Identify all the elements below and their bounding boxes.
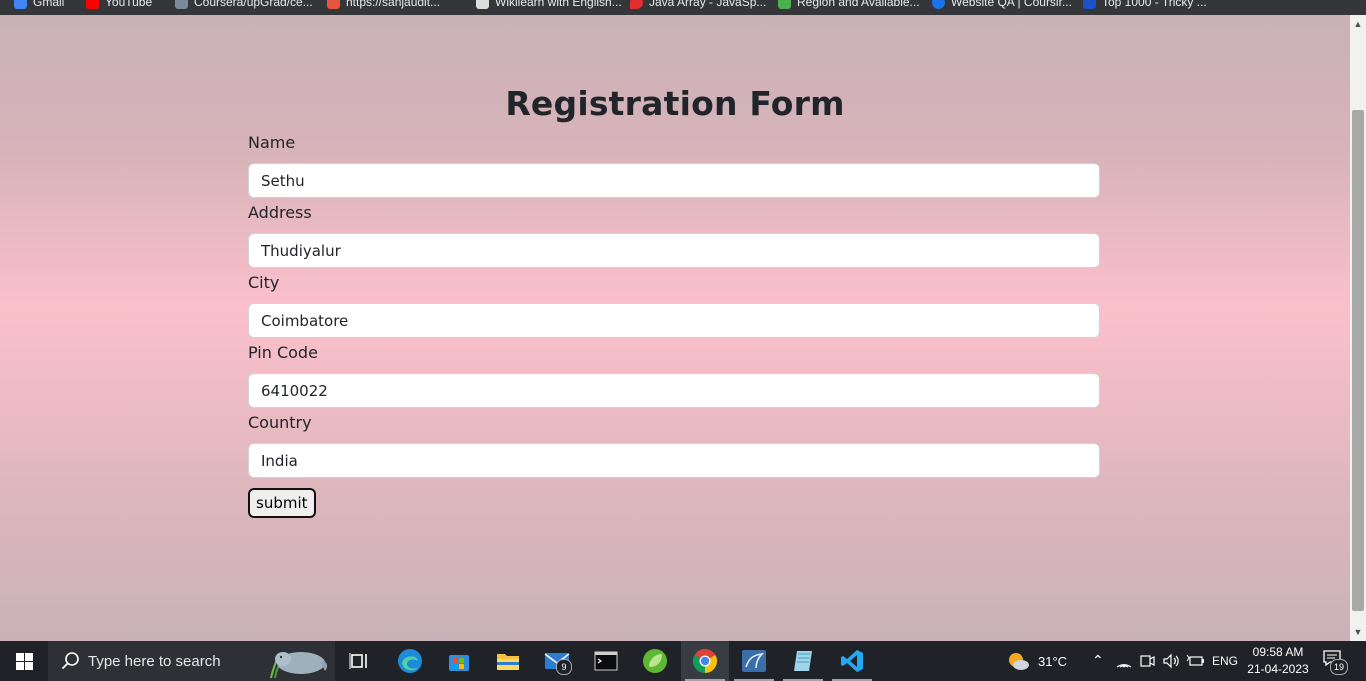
manatee-illustration-icon — [270, 652, 328, 679]
task-view-icon — [349, 653, 367, 669]
bookmark-icon — [1083, 0, 1096, 9]
vscode-icon — [841, 650, 863, 672]
weather-icon[interactable] — [1006, 650, 1030, 672]
taskbar-store[interactable] — [435, 641, 483, 681]
search-icon — [61, 652, 79, 670]
database-workbench-icon — [742, 650, 766, 672]
chevron-up-icon[interactable]: ⌃ — [1092, 652, 1104, 669]
name-field[interactable]: Sethu — [248, 163, 1100, 198]
submit-button[interactable]: submit — [248, 488, 316, 518]
bookmark-icon — [175, 0, 188, 9]
start-button[interactable] — [0, 641, 48, 681]
address-label: Address — [248, 203, 312, 222]
bookmark-5[interactable]: Wikilearn with English... — [476, 0, 622, 10]
clock[interactable]: 09:58 AM 21-04-2023 — [1245, 644, 1311, 678]
notification-badge: 19 — [1330, 659, 1348, 675]
windows-logo-icon — [15, 652, 33, 670]
bookmark-9[interactable]: Top 1000 - Tricky ... — [1083, 0, 1207, 10]
taskbar-file-explorer[interactable] — [484, 641, 532, 681]
taskbar: Type here to search 9 31°C ⌃ ENG 09:58 A… — [0, 641, 1366, 681]
city-label: City — [248, 273, 280, 292]
page-title: Registration Form — [505, 84, 845, 123]
taskbar-notepad[interactable] — [779, 641, 827, 681]
bookmark-icon — [778, 0, 791, 9]
folder-icon — [497, 654, 519, 670]
bookmark-gmail[interactable]: Gmail — [14, 0, 64, 10]
mail-badge: 9 — [556, 659, 572, 675]
bookmark-8[interactable]: Website QA | Coursir... — [932, 0, 1072, 10]
battery-icon[interactable] — [1186, 654, 1204, 668]
bookmark-youtube[interactable]: YouTube — [86, 0, 152, 10]
country-field[interactable]: India — [248, 443, 1100, 478]
country-label: Country — [248, 413, 312, 432]
weather-temperature[interactable]: 31°C — [1038, 654, 1067, 669]
clock-time: 09:58 AM — [1252, 645, 1304, 659]
taskbar-chrome[interactable] — [681, 641, 729, 681]
bookmark-label: Region and Available... — [797, 0, 920, 9]
pin-code-field[interactable]: 6410022 — [248, 373, 1100, 408]
notepad-icon — [794, 651, 812, 671]
bookmark-label: Gmail — [33, 0, 65, 9]
clock-date: 21-04-2023 — [1247, 662, 1309, 676]
city-field[interactable]: Coimbatore — [248, 303, 1100, 338]
scroll-up-icon[interactable]: ▲ — [1350, 17, 1366, 31]
bookmark-label: Java Array - JavaSp... — [649, 0, 767, 9]
bookmark-icon — [932, 0, 945, 9]
bookmark-label: https://sanjaudit... — [346, 0, 441, 9]
taskbar-search[interactable]: Type here to search — [48, 641, 335, 681]
scroll-thumb[interactable] — [1352, 110, 1364, 611]
name-label: Name — [248, 133, 296, 152]
youtube-icon — [86, 0, 99, 9]
volume-icon[interactable] — [1162, 653, 1180, 669]
bookmark-label: YouTube — [105, 0, 153, 9]
bookmark-icon — [327, 0, 340, 9]
bookmarks-bar: Gmail YouTube Coursera/upGrad/ce... http… — [0, 0, 1366, 15]
language-indicator[interactable]: ENG — [1212, 654, 1238, 668]
taskbar-mysql-workbench[interactable] — [730, 641, 778, 681]
taskbar-mail[interactable]: 9 — [533, 641, 581, 681]
task-view-button[interactable] — [336, 641, 384, 681]
bookmark-3[interactable]: Coursera/upGrad/ce... — [175, 0, 313, 10]
taskbar-terminal[interactable] — [582, 641, 630, 681]
edge-icon — [398, 649, 422, 673]
scroll-down-icon[interactable]: ▼ — [1350, 625, 1366, 639]
taskbar-vscode[interactable] — [828, 641, 876, 681]
bookmark-label: Coursera/upGrad/ce... — [194, 0, 313, 9]
bookmark-label: Website QA | Coursir... — [951, 0, 1072, 9]
chrome-icon — [692, 649, 718, 673]
bookmark-6[interactable]: Java Array - JavaSp... — [630, 0, 766, 10]
meet-now-icon[interactable] — [1139, 653, 1155, 669]
bookmark-label: Top 1000 - Tricky ... — [1102, 0, 1207, 9]
bookmark-label: Wikilearn with English... — [495, 0, 622, 9]
search-placeholder: Type here to search — [88, 652, 221, 670]
terminal-icon — [594, 651, 618, 671]
taskbar-edge[interactable] — [386, 641, 434, 681]
store-icon — [449, 655, 469, 671]
address-field[interactable]: Thudiyalur — [248, 233, 1100, 268]
location-pin-icon — [630, 0, 643, 9]
gmail-icon — [14, 0, 27, 9]
bookmark-icon — [476, 0, 489, 9]
bookmark-7[interactable]: Region and Available... — [778, 0, 920, 10]
vertical-scrollbar[interactable]: ▲ ▼ — [1350, 15, 1366, 641]
taskbar-spring-tool[interactable] — [631, 641, 679, 681]
notification-center[interactable]: 19 — [1322, 649, 1348, 675]
bookmark-4[interactable]: https://sanjaudit... — [327, 0, 440, 10]
pin-code-label: Pin Code — [248, 343, 318, 362]
network-icon[interactable] — [1116, 654, 1132, 668]
page-viewport: Registration Form Name Sethu Address Thu… — [0, 15, 1350, 641]
spring-leaf-icon — [643, 649, 667, 673]
